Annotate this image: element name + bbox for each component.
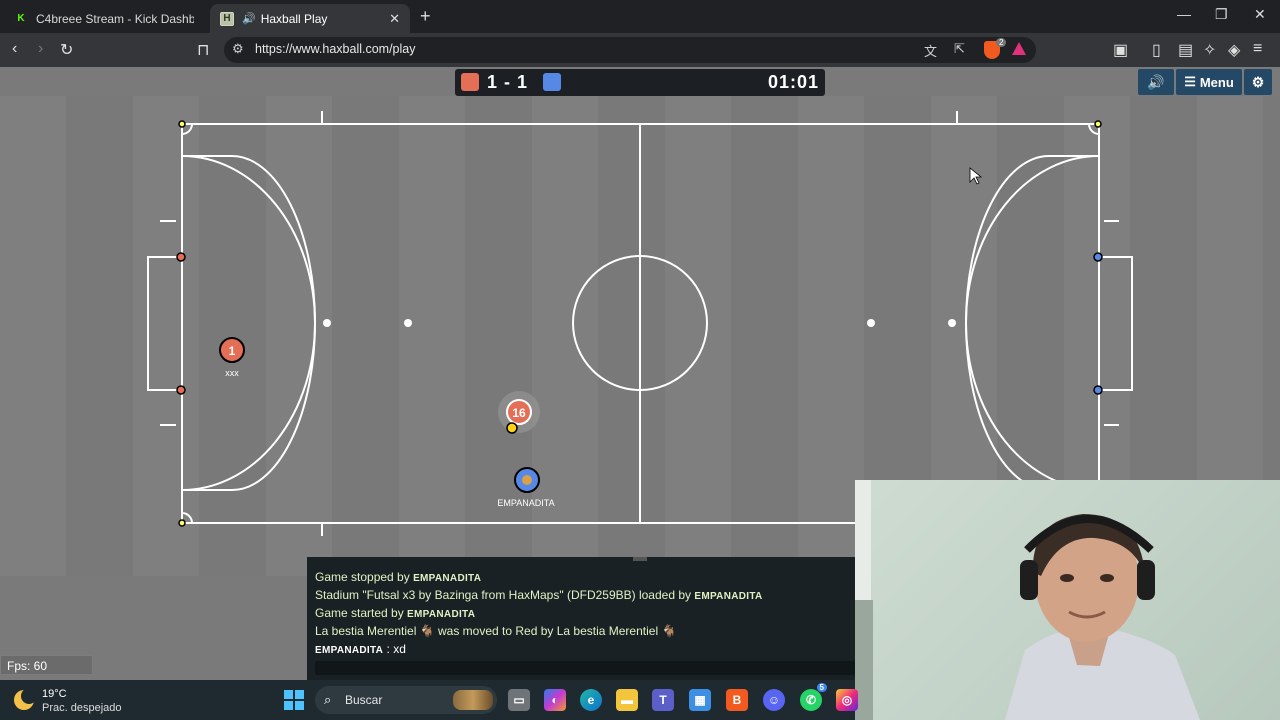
copilot-icon[interactable]: ◐: [544, 689, 566, 711]
tab-label: Haxball Play: [260, 11, 328, 26]
new-tab-button[interactable]: +: [420, 6, 431, 27]
penalty-spot: [867, 319, 875, 327]
file-explorer-icon[interactable]: ▬: [616, 689, 638, 711]
chat-panel: Game stopped by EMPANADITA Stadium "Futs…: [307, 557, 855, 680]
windows-taskbar: 19°C Prac. despejado ⌕ Buscar ▭ ◐ e ▬ T …: [0, 680, 858, 720]
browser-menu-icon[interactable]: ≡: [1253, 40, 1262, 58]
menu-button[interactable]: ☰ Menu: [1176, 69, 1242, 95]
penalty-spot: [323, 319, 331, 327]
game-timer: 01:01: [767, 72, 819, 92]
sound-toggle-button[interactable]: 🔊: [1138, 69, 1174, 95]
search-highlight-image: [453, 690, 493, 710]
reload-icon[interactable]: ↻: [60, 40, 73, 60]
brave-rewards-icon[interactable]: [1012, 42, 1026, 55]
red-team-indicator: [461, 73, 479, 91]
browser-toolbar: ‹ › ↻ ⊓ ⚙ https://www.haxball.com/play 文…: [0, 33, 1280, 67]
close-tab-icon[interactable]: ✕: [389, 11, 400, 27]
forward-icon[interactable]: ›: [38, 40, 43, 58]
tab-haxball-play[interactable]: H 🔊 Haxball Play ✕: [210, 4, 410, 33]
red-goal-post: [176, 252, 186, 262]
penalty-spot: [404, 319, 412, 327]
menu-label: Menu: [1199, 74, 1234, 90]
blue-goal-post: [1093, 385, 1103, 395]
share-icon[interactable]: ⇱: [954, 41, 965, 57]
wallet-icon[interactable]: ▤: [1178, 40, 1193, 60]
taskbar-search[interactable]: ⌕ Buscar: [315, 686, 497, 714]
hamburger-icon: ☰: [1184, 74, 1196, 89]
blue-team-indicator: [543, 73, 561, 91]
chat-message: EMPANADITA : xd: [315, 642, 406, 656]
corner-post: [178, 120, 186, 128]
corner-post: [178, 519, 186, 527]
moon-icon: [14, 688, 37, 710]
bookmark-icon[interactable]: ⊓: [197, 40, 209, 60]
player-number: 1: [229, 344, 236, 358]
search-icon: ⌕: [324, 692, 332, 707]
gear-icon: ⚙: [1251, 73, 1265, 90]
player-name: EMPANADITA: [497, 498, 554, 508]
discord-icon[interactable]: ☺: [763, 689, 785, 711]
tab-label: C4breee Stream - Kick Dashboard: [36, 11, 194, 26]
blue-goal-post: [1093, 252, 1103, 262]
chat-message: Game started by EMPANADITA: [315, 606, 476, 620]
leo-ai-icon[interactable]: ✧: [1203, 40, 1216, 60]
streamer-photo: [855, 480, 1200, 720]
red-goal-post: [176, 385, 186, 395]
translate-icon[interactable]: 文: [924, 41, 937, 60]
address-bar[interactable]: ⚙ https://www.haxball.com/play 文 ⇱ 2: [224, 37, 1036, 63]
haxball-favicon-icon: H: [220, 11, 234, 26]
chat-message: Game stopped by EMPANADITA: [315, 570, 482, 584]
store-icon[interactable]: ▦: [689, 689, 711, 711]
kick-favicon-icon: K: [14, 11, 28, 26]
restore-icon[interactable]: ❐: [1215, 6, 1228, 23]
ball: [506, 422, 518, 434]
settings-button[interactable]: ⚙: [1244, 69, 1272, 95]
scoreboard: 1 - 1 01:01: [455, 69, 825, 96]
chat-message: La bestia Merentiel 🐐 was moved to Red b…: [315, 624, 677, 638]
chat-resize-handle[interactable]: [633, 557, 647, 561]
notification-badge: 5: [816, 683, 827, 692]
whatsapp-icon[interactable]: ✆ 5: [800, 683, 827, 711]
minimize-icon[interactable]: —: [1177, 6, 1191, 22]
back-icon[interactable]: ‹: [12, 40, 17, 58]
tab-strip: K C4breee Stream - Kick Dashboard H 🔊 Ha…: [0, 0, 1280, 33]
corner-post: [1094, 120, 1102, 128]
player-red-16: 16: [498, 391, 540, 433]
score-text: 1 - 1: [487, 72, 529, 92]
tab-kick-dashboard[interactable]: K C4breee Stream - Kick Dashboard: [4, 4, 204, 33]
vpn-icon[interactable]: ◈: [1228, 40, 1240, 60]
start-button[interactable]: [284, 690, 304, 710]
penalty-spot: [948, 319, 956, 327]
avatar-emoji-icon: [522, 475, 532, 485]
media-icon[interactable]: ▣: [1113, 40, 1128, 60]
weather-condition: Prac. despejado: [42, 702, 122, 714]
fps-counter: Fps: 60: [0, 655, 93, 675]
chat-message: Stadium "Futsal x3 by Bazinga from HaxMa…: [315, 588, 763, 602]
url-text[interactable]: https://www.haxball.com/play: [255, 42, 416, 56]
edge-icon[interactable]: e: [580, 689, 602, 711]
site-info-icon[interactable]: ⚙: [232, 41, 244, 57]
chat-input[interactable]: [315, 661, 855, 675]
weather-temperature: 19°C: [42, 688, 67, 700]
sidebar-icon[interactable]: ▯: [1152, 40, 1161, 60]
webcam-overlay: [855, 480, 1280, 720]
close-window-icon[interactable]: ✕: [1254, 6, 1266, 23]
brave-taskbar-icon[interactable]: B: [726, 689, 748, 711]
player-number: 16: [512, 406, 526, 420]
speaker-icon: 🔊: [1147, 73, 1165, 90]
game-controls: 🔊 ☰ Menu ⚙: [1136, 69, 1272, 95]
task-view-icon[interactable]: ▭: [508, 689, 530, 711]
teams-icon[interactable]: T: [652, 689, 674, 711]
speaker-icon[interactable]: 🔊: [242, 12, 256, 25]
instagram-icon[interactable]: ◎: [836, 689, 858, 711]
player-name: xxx: [225, 368, 239, 378]
shields-count-badge: 2: [996, 38, 1007, 47]
search-placeholder: Buscar: [345, 693, 383, 707]
